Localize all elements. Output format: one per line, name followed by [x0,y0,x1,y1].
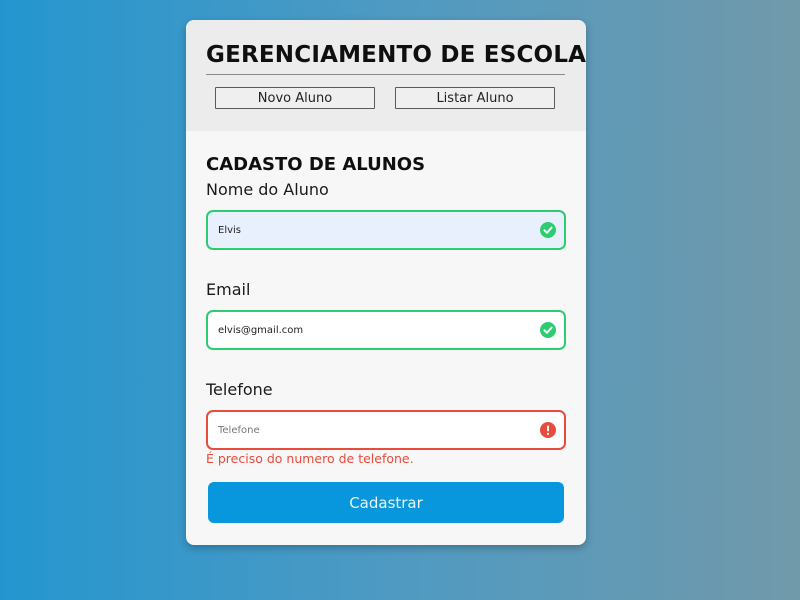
school-management-card: GERENCIAMENTO DE ESCOLA Novo Aluno Lista… [186,20,586,545]
app-title: GERENCIAMENTO DE ESCOLA [206,42,586,68]
check-circle-icon [540,322,556,338]
telefone-field [206,410,566,450]
listar-aluno-button[interactable]: Listar Aluno [395,87,555,109]
check-circle-icon [540,222,556,238]
telefone-input[interactable] [218,412,528,448]
cadastrar-button[interactable]: Cadastrar [208,482,564,523]
exclamation-circle-icon [540,422,556,438]
telefone-label: Telefone [206,380,273,399]
nome-field [206,210,566,250]
email-label: Email [206,280,251,299]
form-title: CADASTO DE ALUNOS [206,154,426,175]
email-input[interactable] [218,312,528,348]
email-field [206,310,566,350]
telefone-error-message: É preciso do numero de telefone. [206,451,414,466]
card-header: GERENCIAMENTO DE ESCOLA Novo Aluno Lista… [186,20,586,131]
nome-label: Nome do Aluno [206,180,329,199]
novo-aluno-button[interactable]: Novo Aluno [215,87,375,109]
header-divider [206,74,565,75]
nome-input[interactable] [218,212,528,248]
